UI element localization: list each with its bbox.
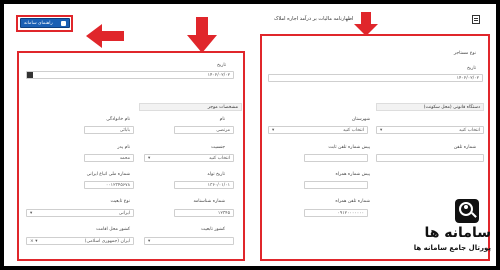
last-name-label: نام خانوادگی <box>106 117 130 122</box>
postcode-label: پیش شماره تلفن ثابت <box>328 145 370 150</box>
chevron-down-icon: ▾ <box>148 239 151 244</box>
tenant-type-label: نوع مستاجر <box>453 51 476 56</box>
section-header-residence: دستگاه قانونی (محل سکونت) <box>376 103 484 111</box>
close-icon[interactable]: × ▾ <box>30 239 37 244</box>
brand-tagline: پورتال جامع سامانه ها <box>413 244 491 252</box>
birth-date-label: تاریخ تولد <box>207 172 225 177</box>
birth-date-field[interactable]: ۱۳۶۰/۰۱/۰۱ <box>174 181 234 189</box>
id-number-label: شماره شناسنامه <box>193 199 225 204</box>
national-id-field[interactable]: ۰۰۱۲۳۴۵۶۷۸ <box>84 181 134 189</box>
arrow-down-icon <box>354 12 378 36</box>
residence-select[interactable]: ▾ <box>144 237 234 245</box>
national-id-label: شماره ملی اتباع ایرانی <box>86 172 130 177</box>
city-select[interactable]: انتخاب کنید ▾ <box>376 126 484 134</box>
phone-field[interactable] <box>376 154 484 162</box>
arrow-left-icon <box>86 24 124 48</box>
last-name-field[interactable]: بابائی <box>84 126 134 134</box>
arrow-down-icon <box>187 17 217 53</box>
gender-select[interactable]: انتخاب کنید ▾ <box>144 154 234 162</box>
country-select[interactable]: ایران (جمهوری اسلامی) × ▾ <box>26 237 134 245</box>
magnifier-person-icon <box>455 199 479 223</box>
first-name-field[interactable]: مرتضی <box>174 126 234 134</box>
mobile-prefix-label: پیش شماره همراه <box>335 172 370 177</box>
site-logo: سامانه ها پورتال جامع سامانه ها <box>409 199 493 265</box>
mobile-field[interactable]: ۰۹۱۲۰۰۰۰۰۰۰ <box>304 209 368 217</box>
mobile-label: شماره تلفن همراه <box>335 199 370 204</box>
highlight-box-button <box>16 15 73 32</box>
screenshot-frame: اظهارنامه مالیات بر درآمد اجاره املاک را… <box>0 0 500 270</box>
chevron-down-icon: ▾ <box>148 156 151 161</box>
page-title: اظهارنامه مالیات بر درآمد اجاره املاک <box>274 16 354 22</box>
chevron-down-icon: ▾ <box>380 128 383 133</box>
nationality-select[interactable]: ایرانی ▾ <box>26 209 134 217</box>
chevron-down-icon: ▾ <box>272 128 275 133</box>
residence-label: کشور تابعیت <box>201 227 225 232</box>
chevron-down-icon: ▾ <box>30 211 33 216</box>
father-name-label: نام پدر <box>117 145 130 150</box>
date-field[interactable]: ۱۴۰۲/۰۲/۰۲ <box>26 71 234 79</box>
calendar-icon[interactable] <box>27 72 33 78</box>
province-label: شهرستان <box>351 117 370 122</box>
id-number-field[interactable]: ۱۲۳۴۵ <box>174 209 234 217</box>
document-icon <box>472 15 480 24</box>
right-date-label: تاریخ <box>467 66 476 71</box>
postcode-field[interactable] <box>304 154 368 162</box>
section-header-lessor: مشخصات موجر <box>139 103 242 111</box>
brand-name: سامانه ها <box>424 225 491 241</box>
phone-label: شماره تلفن <box>453 145 476 150</box>
gender-label: جنسیت <box>211 145 225 150</box>
province-select[interactable]: انتخاب کنید ▾ <box>268 126 368 134</box>
country-label: کشور محل اقامت <box>96 227 130 232</box>
right-date-field[interactable]: ۱۴۰۲/۰۲/۰۲ <box>268 74 483 82</box>
date-label: تاریخ <box>217 63 226 68</box>
father-name-field[interactable]: محمد <box>84 154 134 162</box>
mobile-prefix-field[interactable] <box>304 181 368 189</box>
form-page: اظهارنامه مالیات بر درآمد اجاره املاک را… <box>4 4 496 266</box>
nationality-label: نوع تابعیت <box>110 199 130 204</box>
first-name-label: نام <box>219 117 225 122</box>
